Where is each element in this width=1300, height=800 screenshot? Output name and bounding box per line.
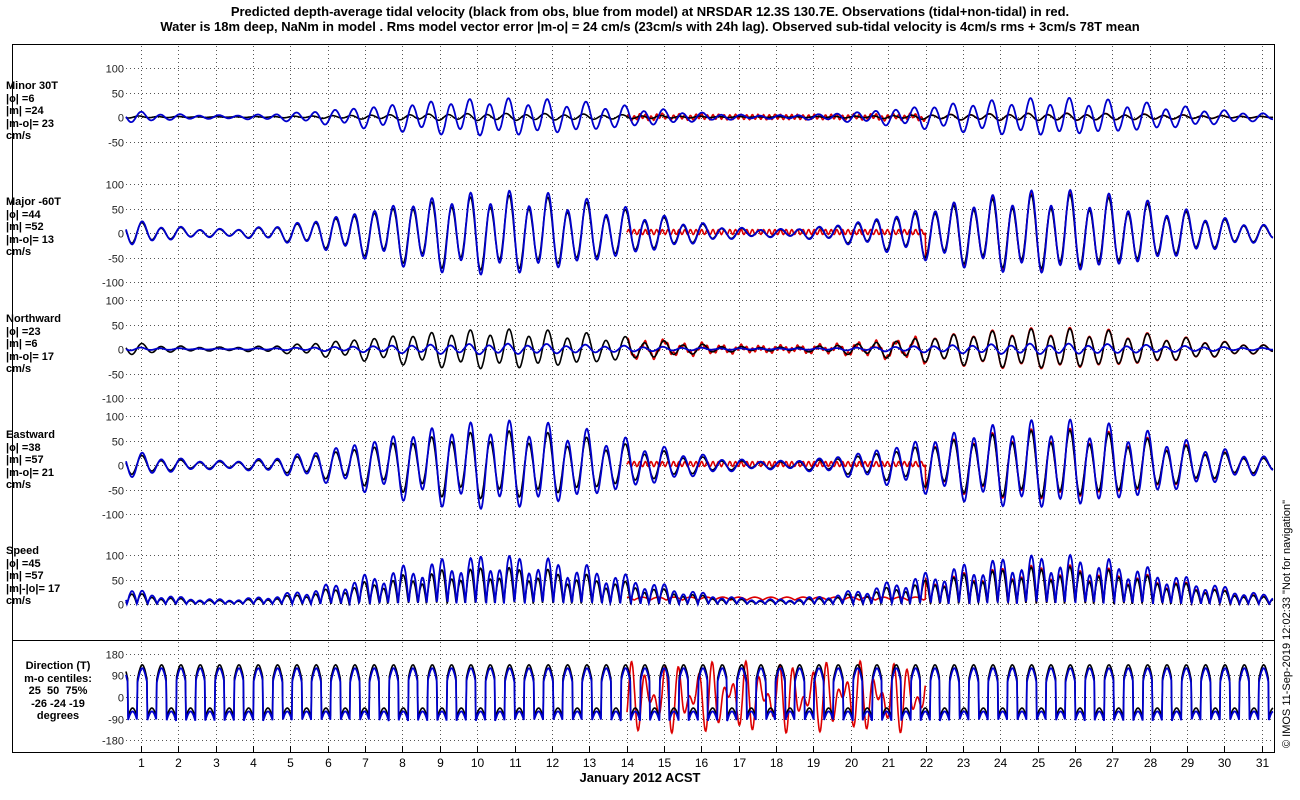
outer-frame: [12, 44, 1275, 753]
y-tick-label: 50: [112, 576, 124, 588]
x-tick-label: 31: [1256, 756, 1270, 770]
y-tick-label: 50: [112, 205, 124, 217]
y-tick-label: -50: [108, 486, 124, 498]
panel-label-minor: Minor 30T |o| =6 |m| =24 |m-o|= 23 cm/s: [6, 80, 58, 142]
y-tick-label: -100: [102, 510, 124, 522]
x-tick-label: 8: [399, 756, 406, 770]
x-tick-label: 4: [250, 756, 257, 770]
y-tick-label: 0: [118, 693, 124, 705]
panel-label-northward: Northward |o| =23 |m| =6 |m-o|= 17 cm/s: [6, 313, 61, 375]
panel-label-eastward: Eastward |o| =38 |m| =57 |m-o|= 21 cm/s: [6, 429, 55, 491]
x-tick-label: 29: [1181, 756, 1195, 770]
x-axis-label: January 2012 ACST: [579, 770, 701, 785]
y-tick-label: 100: [106, 412, 124, 424]
y-tick-label: 100: [106, 296, 124, 308]
x-tick-label: 20: [845, 756, 859, 770]
y-tick-label: -100: [102, 394, 124, 406]
y-tick-label: 100: [106, 180, 124, 192]
y-tick-label: -90: [108, 715, 124, 727]
x-tick-label: 3: [213, 756, 220, 770]
x-tick-label: 23: [957, 756, 971, 770]
x-tick-label: 9: [437, 756, 444, 770]
y-tick-label: -50: [108, 254, 124, 266]
y-tick-label: 0: [118, 461, 124, 473]
x-tick-label: 18: [770, 756, 784, 770]
y-tick-label: 0: [118, 600, 124, 612]
panel-label-direction: Direction (T) m-o centiles: 25 50 75% -2…: [24, 660, 92, 722]
x-tick-label: 5: [287, 756, 294, 770]
y-tick-label: 50: [112, 437, 124, 449]
panel-label-speed: Speed |o| =45 |m| =57 |m|-|o|= 17 cm/s: [6, 545, 61, 607]
x-tick-label: 12: [546, 756, 560, 770]
x-tick-label: 27: [1106, 756, 1120, 770]
x-tick-label: 28: [1144, 756, 1158, 770]
y-tick-label: 0: [118, 113, 124, 125]
x-tick-label: 11: [509, 756, 522, 770]
y-tick-label: -180: [102, 736, 124, 748]
x-tick-label: 26: [1069, 756, 1083, 770]
panel-label-major: Major -60T |o| =44 |m| =52 |m-o|= 13 cm/…: [6, 196, 62, 258]
y-tick-label: 100: [106, 64, 124, 76]
y-tick-label: 180: [106, 650, 124, 662]
series-line-model: [125, 667, 1274, 722]
y-tick-label: -50: [108, 370, 124, 382]
x-tick-label: 2: [175, 756, 182, 770]
x-tick-label: 19: [807, 756, 821, 770]
x-tick-label: 10: [471, 756, 485, 770]
x-tick-label: 30: [1218, 756, 1232, 770]
y-tick-label: 50: [112, 89, 124, 101]
x-tick-label: 6: [325, 756, 332, 770]
x-tick-label: 21: [882, 756, 896, 770]
x-tick-label: 16: [695, 756, 709, 770]
y-tick-label: -100: [102, 278, 124, 290]
x-tick-label: 22: [920, 756, 934, 770]
x-tick-label: 7: [362, 756, 369, 770]
y-tick-label: 100: [106, 551, 124, 563]
tidal-velocity-chart: 1 2 3 4 5 6 7 8 9 10 11 12 13 14 15 16 17 18 19 20 21 22 23 24 2…: [12, 44, 1275, 770]
copyright-note: © IMOS 11-Sep-2019 12:02:33 "Not for nav…: [1281, 499, 1293, 748]
y-tick-label: 0: [118, 229, 124, 241]
y-tick-label: 50: [112, 321, 124, 333]
y-tick-label: -50: [108, 138, 124, 150]
x-tick-label: 25: [1032, 756, 1046, 770]
x-tick-label: 24: [994, 756, 1008, 770]
x-tick-label: 15: [658, 756, 672, 770]
x-tick-label: 13: [583, 756, 597, 770]
x-tick-label: 14: [621, 756, 635, 770]
x-tick-label: 1: [138, 756, 145, 770]
y-tick-label: 90: [112, 671, 124, 683]
y-tick-label: 0: [118, 345, 124, 357]
x-tick-label: 17: [733, 756, 747, 770]
